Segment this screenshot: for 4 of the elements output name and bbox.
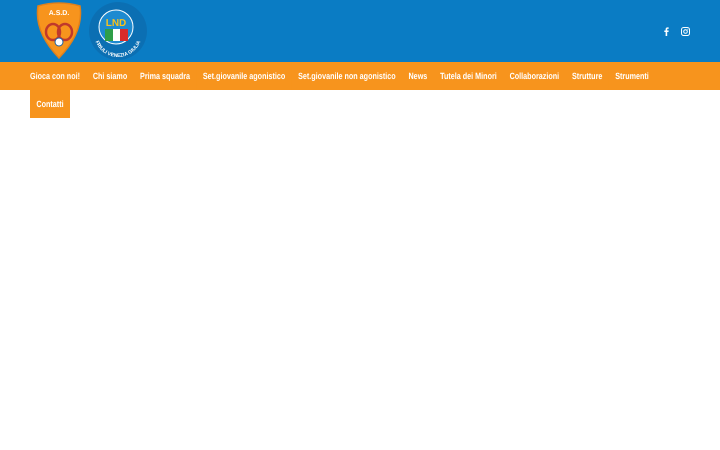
instagram-icon[interactable]	[681, 26, 690, 36]
nav-link[interactable]: Contatti	[30, 90, 70, 118]
facebook-icon[interactable]	[664, 26, 669, 36]
league-initials: LND	[106, 18, 126, 29]
